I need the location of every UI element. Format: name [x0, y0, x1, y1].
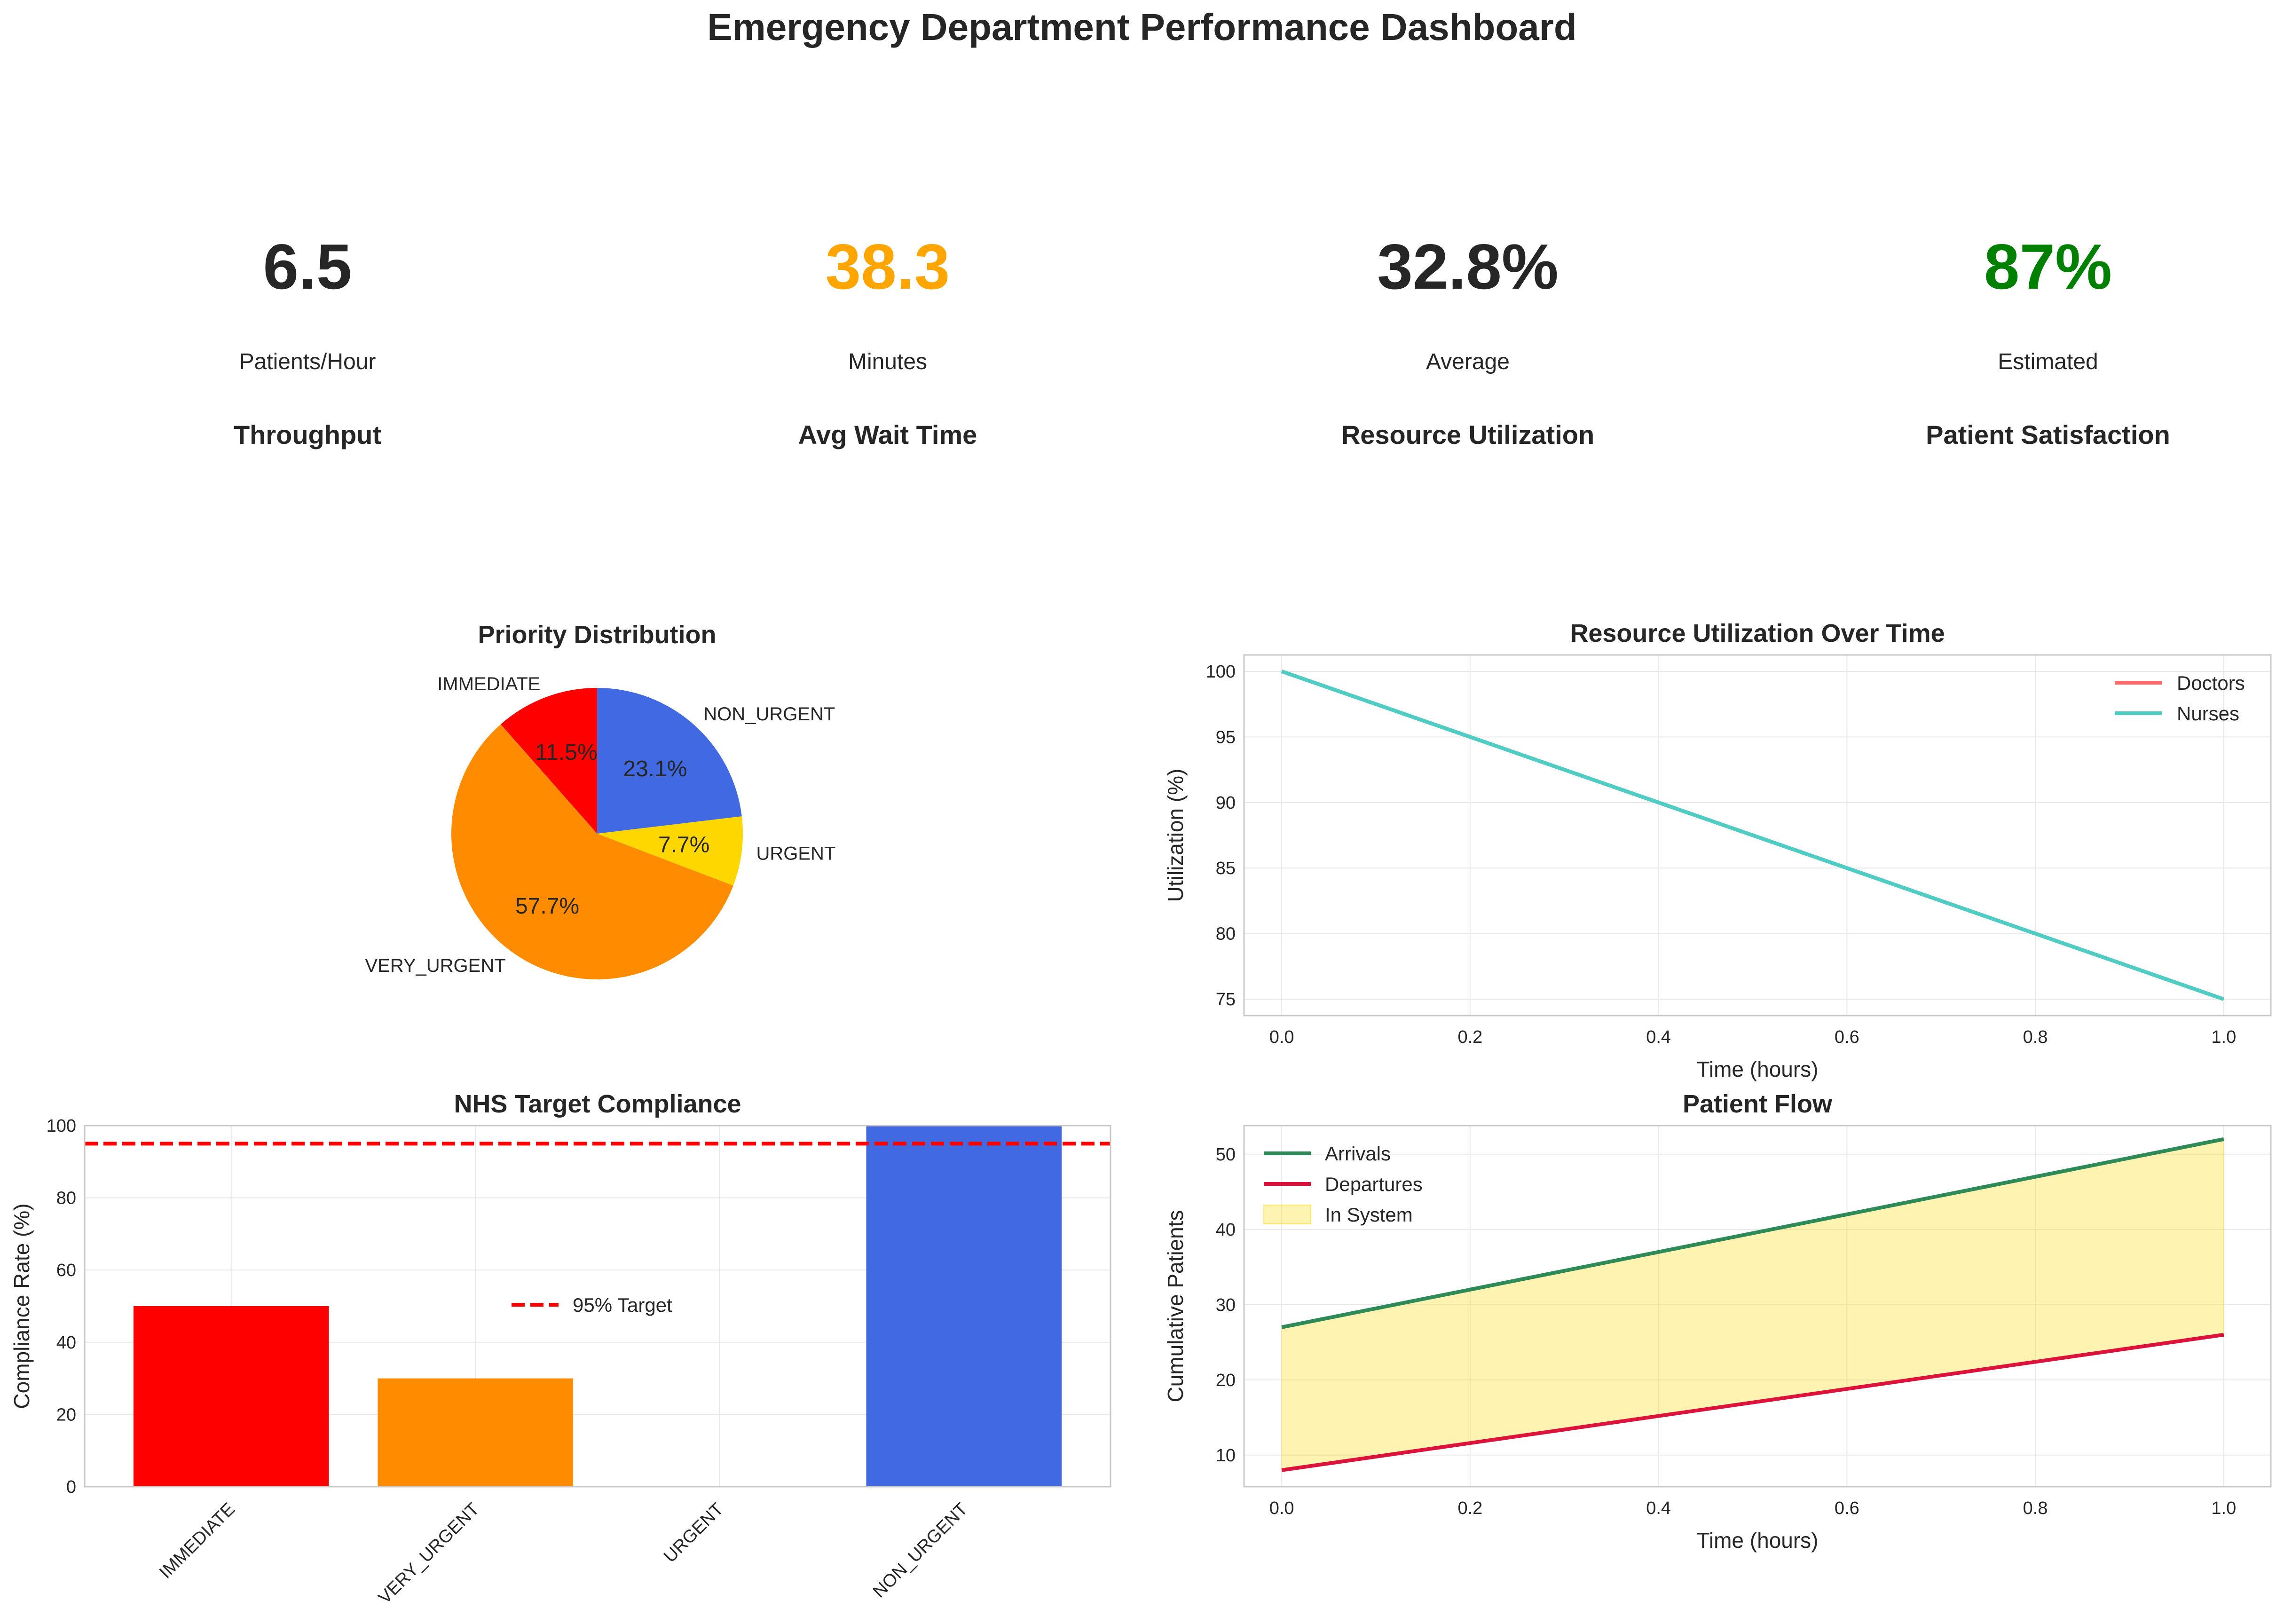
pie-percent-label: 7.7%	[658, 833, 709, 858]
legend-label: Arrivals	[1325, 1143, 1391, 1165]
pie-percent-label: 57.7%	[515, 894, 579, 919]
y-axis-label: Utilization (%)	[1163, 769, 1188, 902]
series-line	[1281, 670, 2225, 1001]
y-tick-label: 40	[56, 1333, 76, 1353]
y-tick-label: 80	[1216, 924, 1236, 944]
y-axis-label: Compliance Rate (%)	[9, 1203, 34, 1409]
y-tick-label: 20	[1216, 1371, 1236, 1390]
y-tick-label: 40	[1216, 1220, 1236, 1240]
y-tick-label: 90	[1216, 793, 1236, 813]
x-tick-label: 0.8	[2023, 1498, 2048, 1518]
x-axis-label: Time (hours)	[1697, 1057, 1819, 1081]
legend-swatch	[1263, 1205, 1311, 1224]
y-axis-label: Cumulative Patients	[1163, 1210, 1188, 1402]
chart-title: Priority Distribution	[478, 621, 716, 649]
legend-label: Nurses	[2177, 702, 2239, 725]
priority-distribution-chart: Priority Distribution IMMEDIATE 11.5% VERY_…	[365, 621, 835, 979]
y-tick-label: 95	[1216, 727, 1236, 747]
pie-slice-label: IMMEDIATE	[437, 674, 540, 694]
x-tick-label: 0.4	[1646, 1027, 1671, 1047]
chart-title: Resource Utilization Over Time	[1570, 619, 1945, 647]
x-tick-label: 0.4	[1646, 1498, 1671, 1518]
y-tick-label: 100	[1206, 662, 1236, 682]
chart-title: NHS Target Compliance	[454, 1090, 741, 1118]
y-tick-label: 85	[1216, 859, 1236, 878]
bar	[133, 1306, 329, 1487]
legend-label: In System	[1325, 1204, 1413, 1226]
y-tick-label: 20	[56, 1405, 76, 1425]
x-tick-label: 1.0	[2211, 1498, 2236, 1518]
x-tick-label: IMMEDIATE	[156, 1499, 239, 1583]
y-tick-label: 30	[1216, 1295, 1236, 1315]
patient-flow-chart: 0.0 0.2 0.4 0.6 0.8 1.0 10 20 30 40 50 Patient Flow…	[1163, 1090, 2272, 1553]
x-tick-label: NON_URGENT	[869, 1499, 972, 1602]
pie-slice-label: VERY_URGENT	[365, 955, 505, 976]
legend-label: Doctors	[2177, 672, 2245, 694]
nhs-target-compliance-chart: 0 20 40 60 80 100 IMMEDIATE VERY_URGENT URGENT NO…	[9, 1090, 1111, 1608]
x-tick-label: 0.2	[1457, 1027, 1482, 1047]
x-tick-label: URGENT	[660, 1499, 727, 1567]
x-tick-label: 0.8	[2023, 1027, 2048, 1047]
y-tick-label: 10	[1216, 1446, 1236, 1466]
y-tick-label: 100	[47, 1116, 76, 1136]
y-tick-label: 75	[1216, 990, 1236, 1009]
y-tick-label: 0	[66, 1477, 76, 1497]
legend-label: 95% Target	[573, 1294, 672, 1316]
chart-title: Patient Flow	[1683, 1090, 1833, 1118]
x-tick-label: 0.6	[1835, 1498, 1859, 1518]
x-tick-label: 0.2	[1457, 1498, 1482, 1518]
legend-label: Departures	[1325, 1173, 1423, 1195]
resource-utilization-chart: 0.0 0.2 0.4 0.6 0.8 1.0 75 80 85 90 95 100 Resource …	[1163, 619, 2272, 1081]
y-tick-label: 50	[1216, 1145, 1236, 1165]
pie-percent-label: 23.1%	[623, 757, 687, 781]
bar	[866, 1126, 1062, 1487]
pie-percent-label: 11.5%	[535, 740, 598, 765]
x-tick-label: 0.6	[1835, 1027, 1859, 1047]
x-tick-label: VERY_URGENT	[375, 1499, 483, 1608]
pie-slice-label: URGENT	[756, 844, 835, 864]
dashboard: Emergency Department Performance Dashboa…	[0, 0, 2284, 1624]
y-tick-label: 60	[56, 1261, 76, 1280]
pie-slice-label: NON_URGENT	[703, 704, 835, 725]
x-tick-label: 0.0	[1269, 1027, 1294, 1047]
in-system-area	[1281, 1138, 2224, 1471]
charts-canvas: Priority Distribution IMMEDIATE 11.5% VERY_…	[9, 619, 2272, 1608]
bar	[378, 1378, 574, 1487]
y-tick-label: 80	[56, 1189, 76, 1208]
x-axis-label: Time (hours)	[1697, 1528, 1819, 1553]
x-tick-label: 0.0	[1269, 1498, 1294, 1518]
x-tick-label: 1.0	[2211, 1027, 2236, 1047]
